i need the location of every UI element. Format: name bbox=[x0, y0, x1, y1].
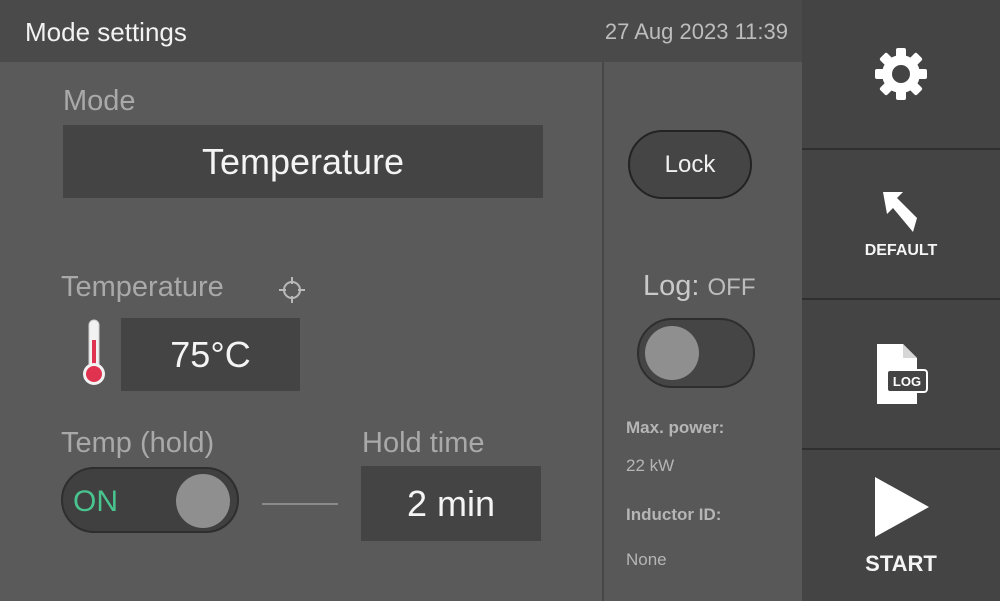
temp-hold-toggle[interactable]: ON bbox=[61, 467, 239, 533]
log-file-icon: LOG bbox=[877, 344, 928, 404]
datetime-display: 27 Aug 2023 11:39 bbox=[604, 19, 788, 44]
log-status-label: Log: OFF bbox=[643, 270, 756, 303]
mode-selector[interactable]: Temperature bbox=[63, 125, 543, 198]
page-title: Mode settings bbox=[25, 17, 187, 47]
toggle-knob bbox=[645, 326, 699, 380]
thermometer-icon bbox=[83, 319, 105, 385]
log-state: OFF bbox=[707, 274, 756, 301]
max-power-label: Max. power: bbox=[626, 418, 725, 437]
log-icon-text: LOG bbox=[893, 374, 921, 389]
log-toggle[interactable] bbox=[637, 318, 755, 388]
temp-hold-toggle-text: ON bbox=[73, 485, 118, 518]
mode-label: Mode bbox=[63, 85, 136, 117]
start-label: START bbox=[865, 550, 937, 576]
connector-line bbox=[262, 503, 338, 505]
settings-button[interactable] bbox=[802, 0, 1000, 150]
max-power-value: 22 kW bbox=[626, 456, 675, 475]
default-label: DEFAULT bbox=[864, 242, 938, 259]
toggle-knob bbox=[176, 474, 230, 528]
undo-arrow-icon bbox=[883, 192, 917, 232]
log-button[interactable]: LOG bbox=[802, 300, 1000, 450]
inductor-id-label: Inductor ID: bbox=[626, 505, 722, 524]
temperature-label: Temperature bbox=[61, 271, 224, 303]
inductor-id-value: None bbox=[626, 550, 667, 569]
lock-button[interactable]: Lock bbox=[628, 130, 752, 199]
default-button[interactable]: DEFAULT bbox=[802, 150, 1000, 300]
hold-time-label: Hold time bbox=[362, 427, 485, 459]
header-bar: Mode settings 27 Aug 2023 11:39 bbox=[0, 0, 802, 62]
hold-time-field[interactable]: 2 min bbox=[361, 466, 541, 541]
action-rail: DEFAULT LOG START bbox=[802, 0, 1000, 601]
log-label: Log: bbox=[643, 270, 700, 302]
crosshair-icon[interactable] bbox=[277, 275, 307, 305]
play-icon bbox=[875, 476, 929, 537]
start-button[interactable]: START bbox=[802, 450, 1000, 601]
temperature-value-field[interactable]: 75°C bbox=[121, 318, 300, 391]
gear-icon bbox=[875, 48, 927, 100]
temp-hold-label: Temp (hold) bbox=[61, 427, 215, 459]
